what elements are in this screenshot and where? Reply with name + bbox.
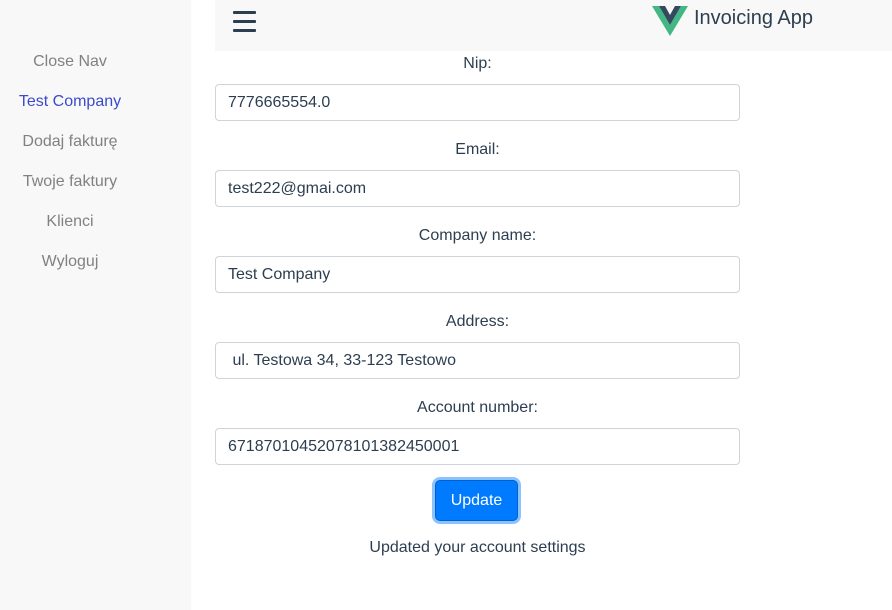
nip-label: Nip: (463, 55, 492, 72)
update-button[interactable]: Update (435, 480, 518, 521)
sidebar: Close Nav Test Company Dodaj fakturę Two… (0, 0, 191, 610)
email-input[interactable] (215, 170, 740, 207)
sidebar-item-test-company[interactable]: Test Company (0, 93, 140, 111)
app-title: Invoicing App (694, 7, 813, 29)
sidebar-item-dodaj-fakture[interactable]: Dodaj fakturę (0, 133, 140, 151)
vue-logo-icon (652, 6, 688, 36)
company-name-label: Company name: (418, 227, 537, 244)
sidebar-item-klienci[interactable]: Klienci (0, 213, 140, 231)
status-message: Updated your account settings (369, 539, 586, 556)
nip-input[interactable] (215, 84, 740, 121)
company-name-input[interactable] (215, 256, 740, 293)
sidebar-item-wyloguj[interactable]: Wyloguj (0, 253, 140, 271)
address-input[interactable] (215, 342, 740, 379)
address-label: Address: (445, 313, 510, 330)
account-number-label: Account number: (417, 399, 538, 416)
sidebar-item-twoje-faktury[interactable]: Twoje faktury (0, 173, 140, 191)
hamburger-icon[interactable] (233, 11, 256, 33)
email-label: Email: (455, 141, 500, 158)
account-number-input[interactable] (215, 428, 740, 465)
sidebar-item-close-nav[interactable]: Close Nav (0, 53, 140, 71)
